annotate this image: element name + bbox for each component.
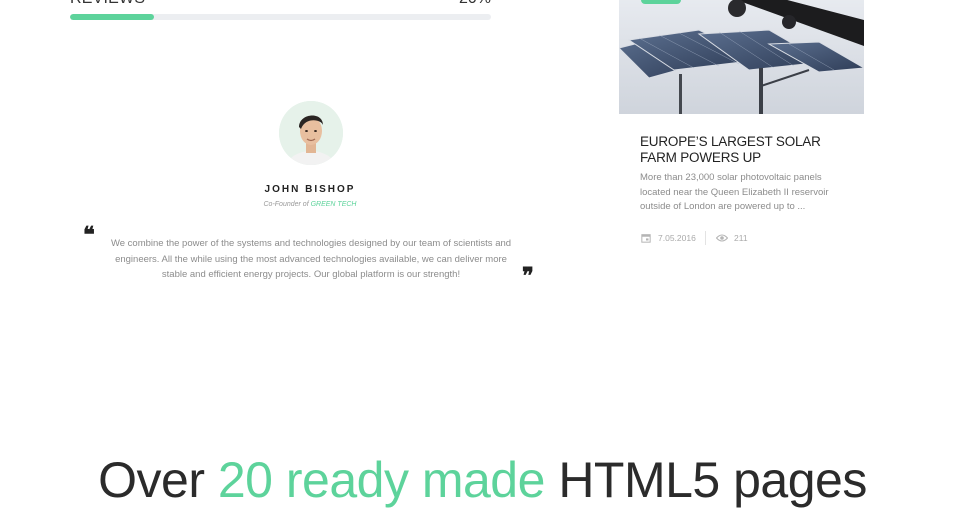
meta-divider bbox=[705, 231, 706, 245]
person-avatar-icon bbox=[279, 101, 343, 165]
eye-icon bbox=[716, 234, 728, 242]
progress-header: REVIEWS 20% bbox=[70, 0, 491, 12]
role-company-link[interactable]: GREEN TECH bbox=[311, 201, 357, 208]
person-name: JOHN BISHOP bbox=[264, 184, 356, 195]
role-prefix: Co-Founder of bbox=[263, 201, 311, 208]
news-date-text: 7.05.2016 bbox=[658, 233, 696, 243]
news-category-tag[interactable] bbox=[641, 0, 681, 4]
quote-open-icon: ❝ bbox=[83, 222, 95, 248]
progress-fill bbox=[70, 14, 155, 20]
news-excerpt: More than 23,000 solar photovoltaic pane… bbox=[640, 172, 829, 212]
progress-label: REVIEWS bbox=[70, 0, 145, 8]
quote-close-icon: ❞ bbox=[522, 263, 534, 289]
progress-value: 20% bbox=[459, 0, 491, 8]
calendar-icon bbox=[641, 234, 651, 243]
reviews-progress: REVIEWS 20% bbox=[70, 0, 491, 20]
news-views: 211 bbox=[716, 233, 748, 243]
progress-track bbox=[70, 14, 491, 20]
testimonial-quote: We combine the power of the systems and … bbox=[110, 238, 512, 280]
news-date: 7.05.2016 bbox=[640, 233, 696, 243]
news-views-text: 211 bbox=[734, 233, 748, 243]
news-title-link[interactable]: EUROPE’S LARGEST SOLAR FARM POWERS UP bbox=[640, 134, 850, 166]
person-role: Co-Founder of GREEN TECH bbox=[27, 201, 593, 208]
solar-panels-image[interactable] bbox=[619, 0, 864, 114]
news-meta: 7.05.2016 211 bbox=[640, 231, 840, 247]
section-headline: Over 20 ready made HTML5 pages bbox=[0, 448, 965, 512]
